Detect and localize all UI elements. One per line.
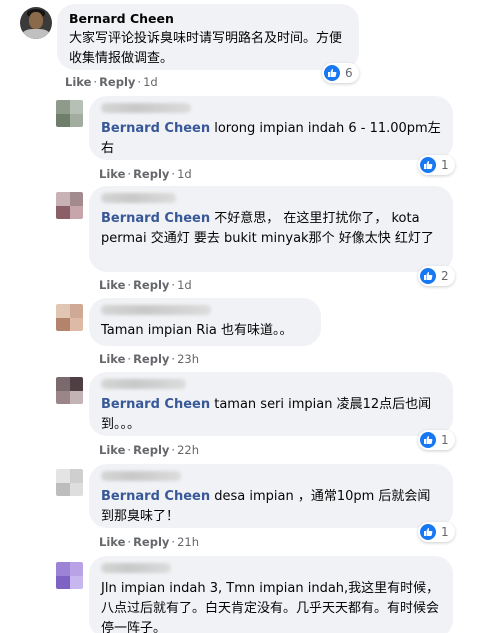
mention-tag[interactable]: Bernard Cheen <box>101 397 210 412</box>
reaction-count[interactable]: 1 <box>418 430 455 450</box>
comment-actions: Like · Reply · 22h <box>99 443 199 457</box>
avatar[interactable] <box>56 562 83 589</box>
timestamp[interactable]: 23h <box>177 352 199 366</box>
comment-actions: Like · Reply · 1d <box>99 278 192 292</box>
like-icon <box>420 157 436 173</box>
avatar[interactable] <box>56 100 83 127</box>
mention-tag[interactable]: Bernard Cheen <box>101 121 210 136</box>
comment-text: Bernard Cheen 不好意思， 在这里打扰你了， kota permai… <box>101 211 434 246</box>
comment-bubble: Jln impian indah 3, Tmn impian indah,我这里… <box>89 556 453 633</box>
avatar[interactable] <box>56 377 83 404</box>
comment-text: 大家写评论投诉臭味时请写明路名及时间。方便收集情报做调查。 <box>69 31 343 66</box>
avatar[interactable] <box>56 304 83 331</box>
comment-bubble: Taman impian Ria 也有味道。。 <box>89 298 321 346</box>
like-link[interactable]: Like <box>65 75 91 89</box>
like-link[interactable]: Like <box>99 352 125 366</box>
comment-bubble: Bernard Cheen lorong impian indah 6 - 11… <box>89 96 453 160</box>
reaction-number: 1 <box>441 525 449 539</box>
like-icon <box>420 432 436 448</box>
comment-actions: Like · Reply · 1d <box>65 75 158 89</box>
reaction-count[interactable]: 6 <box>322 63 359 83</box>
reaction-count[interactable]: 2 <box>418 266 455 286</box>
reaction-count[interactable]: 1 <box>418 155 455 175</box>
comment-text: Bernard Cheen desa impian ，通常10pm 后就会闻到那… <box>101 489 431 524</box>
avatar[interactable] <box>56 192 83 219</box>
reply-link[interactable]: Reply <box>99 75 135 89</box>
timestamp[interactable]: 1d <box>177 167 192 181</box>
comment-text: Taman impian Ria 也有味道。。 <box>101 323 293 338</box>
comment-text: Bernard Cheen taman seri impian 凌晨12点后也闻… <box>101 397 432 432</box>
comment-actions: Like · Reply · 1d <box>99 167 192 181</box>
timestamp[interactable]: 1d <box>143 75 158 89</box>
like-icon <box>420 524 436 540</box>
reply-link[interactable]: Reply <box>133 443 169 457</box>
comment-bubble: Bernard Cheen 不好意思， 在这里打扰你了， kota permai… <box>89 186 453 272</box>
mention-tag[interactable]: Bernard Cheen <box>101 211 210 226</box>
like-link[interactable]: Like <box>99 535 125 549</box>
comment-author[interactable]: Bernard Cheen <box>69 11 347 27</box>
comment-bubble: Bernard Cheen 大家写评论投诉臭味时请写明路名及时间。方便收集情报做… <box>57 4 359 70</box>
reaction-count[interactable]: 1 <box>418 522 455 542</box>
comment-text: Bernard Cheen lorong impian indah 6 - 11… <box>101 121 441 156</box>
comment-actions: Like · Reply · 23h <box>99 352 199 366</box>
reply-link[interactable]: Reply <box>133 167 169 181</box>
timestamp[interactable]: 22h <box>177 443 199 457</box>
like-link[interactable]: Like <box>99 167 125 181</box>
reply-link[interactable]: Reply <box>133 278 169 292</box>
like-link[interactable]: Like <box>99 278 125 292</box>
avatar[interactable] <box>20 7 52 39</box>
reply-link[interactable]: Reply <box>133 535 169 549</box>
reaction-number: 1 <box>441 433 449 447</box>
reaction-number: 2 <box>441 269 449 283</box>
reply-link[interactable]: Reply <box>133 352 169 366</box>
comment-bubble: Bernard Cheen taman seri impian 凌晨12点后也闻… <box>89 372 453 436</box>
avatar[interactable] <box>56 469 83 496</box>
mention-tag[interactable]: Bernard Cheen <box>101 489 210 504</box>
comment-bubble: Bernard Cheen desa impian ，通常10pm 后就会闻到那… <box>89 464 453 528</box>
like-icon <box>420 268 436 284</box>
comment-text: Jln impian indah 3, Tmn impian indah,我这里… <box>101 581 440 633</box>
reaction-number: 6 <box>345 66 353 80</box>
timestamp[interactable]: 21h <box>177 535 199 549</box>
like-link[interactable]: Like <box>99 443 125 457</box>
timestamp[interactable]: 1d <box>177 278 192 292</box>
reaction-number: 1 <box>441 158 449 172</box>
comment-actions: Like · Reply · 21h <box>99 535 199 549</box>
like-icon <box>324 65 340 81</box>
